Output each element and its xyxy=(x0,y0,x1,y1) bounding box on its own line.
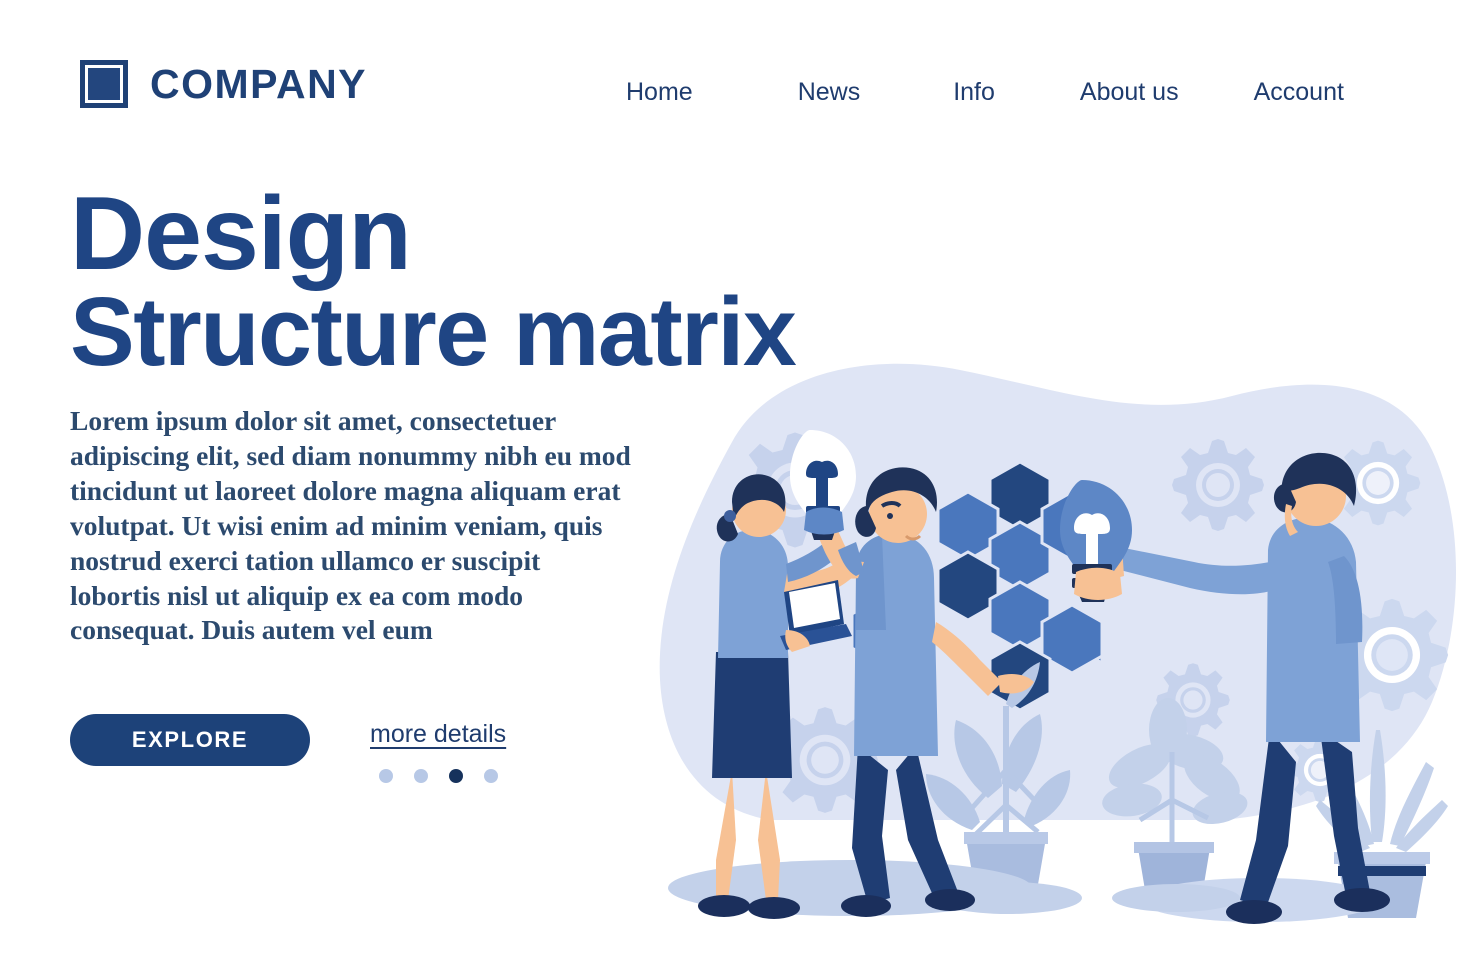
square-logo-icon xyxy=(80,60,128,108)
explore-button[interactable]: EXPLORE xyxy=(70,714,310,766)
nav-item-account[interactable]: Account xyxy=(1254,78,1344,107)
headline-line-1: Design xyxy=(70,176,412,292)
page-title: Design Structure matrix xyxy=(70,176,970,386)
landing-page: COMPANY Home News Info About us Account … xyxy=(0,0,1470,980)
logo-inner-ring xyxy=(85,65,123,103)
details-column: more details xyxy=(370,714,506,783)
carousel-dot-2[interactable] xyxy=(413,769,428,783)
hero-copy: Design Structure matrix Lorem ipsum dolo… xyxy=(70,176,970,648)
site-header: COMPANY Home News Info About us Account xyxy=(0,0,1470,160)
nav-item-about-us[interactable]: About us xyxy=(1080,78,1179,107)
brand[interactable]: COMPANY xyxy=(80,60,367,108)
nav-item-news[interactable]: News xyxy=(798,78,861,107)
hero-paragraph: Lorem ipsum dolor sit amet, consectetuer… xyxy=(70,404,631,646)
carousel-dot-4[interactable] xyxy=(483,769,498,783)
brand-name: COMPANY xyxy=(150,60,368,107)
more-details-link[interactable]: more details xyxy=(370,720,506,749)
carousel-dot-3[interactable] xyxy=(448,769,463,783)
nav-item-home[interactable]: Home xyxy=(626,78,693,107)
carousel-dot-1[interactable] xyxy=(378,769,393,783)
main-navigation: Home News Info About us Account xyxy=(600,78,1420,107)
nav-item-info[interactable]: Info xyxy=(953,78,995,107)
headline-line-2: Structure matrix xyxy=(70,276,797,386)
carousel-dots xyxy=(378,769,498,783)
cta-row: EXPLORE more details xyxy=(70,714,506,783)
